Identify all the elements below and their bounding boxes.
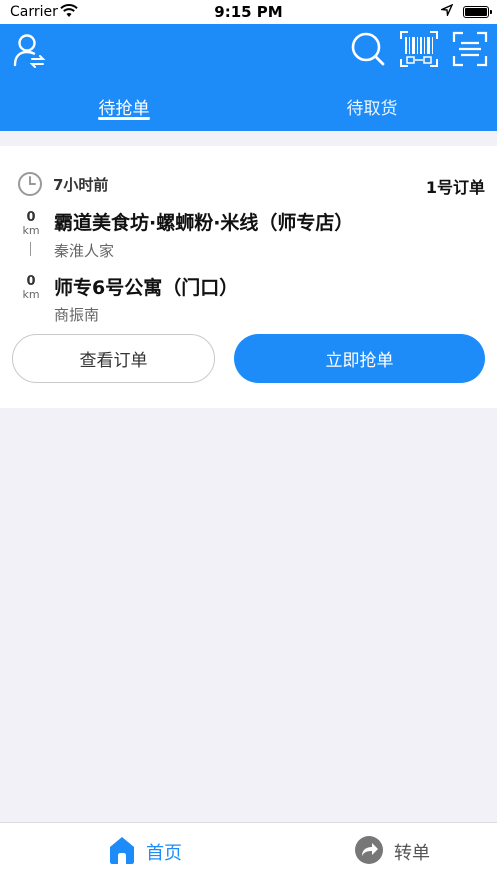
- clock-icon: [17, 171, 43, 201]
- location-icon: [439, 3, 454, 20]
- order-card: 7小时前 1号订单 0 km 霸道美食坊·螺蛳粉·米线（师专店） 秦淮人家 0 …: [0, 146, 497, 408]
- order-tabs: 待抢单 待取货: [0, 88, 497, 128]
- view-order-button[interactable]: 查看订单: [12, 334, 215, 383]
- order-number: 1号订单: [425, 178, 485, 197]
- status-time: 9:15 PM: [214, 3, 283, 21]
- barcode-icon[interactable]: [400, 31, 438, 71]
- dropoff-distance-unit: km: [22, 288, 40, 301]
- bottom-tab-bar: 首页 转单: [0, 822, 497, 883]
- search-icon[interactable]: [350, 31, 386, 71]
- pickup-store-name: 霸道美食坊·螺蛳粉·米线（师专店）: [54, 212, 354, 234]
- route-connector: [30, 242, 31, 256]
- user-switch-icon[interactable]: [12, 32, 46, 72]
- home-icon: [108, 835, 136, 869]
- transfer-icon: [354, 835, 384, 869]
- order-time-ago: 7小时前: [53, 176, 109, 194]
- dropoff-customer: 商振南: [54, 306, 100, 324]
- pickup-distance-unit: km: [22, 224, 40, 237]
- pickup-store-sub: 秦淮人家: [54, 242, 115, 260]
- tabbar-label-transfer: 转单: [394, 843, 430, 864]
- tabbar-item-transfer[interactable]: 转单: [354, 835, 430, 869]
- tab-pending-pickup[interactable]: 待取货: [312, 94, 432, 119]
- tabbar-item-home[interactable]: 首页: [108, 835, 182, 869]
- dropoff-distance: 0 km: [14, 275, 48, 301]
- status-bar: Carrier 9:15 PM: [0, 0, 497, 24]
- dropoff-address: 师专6号公寓（门口）: [54, 277, 239, 299]
- tab-pending-orders[interactable]: 待抢单: [64, 94, 184, 119]
- tabbar-label-home: 首页: [146, 843, 182, 864]
- battery-icon: [463, 6, 492, 18]
- pickup-distance-value: 0: [26, 210, 36, 225]
- pickup-distance: 0 km: [14, 211, 48, 237]
- grab-order-button[interactable]: 立即抢单: [234, 334, 485, 383]
- scan-icon[interactable]: [452, 31, 488, 71]
- active-tab-indicator: [98, 117, 150, 120]
- dropoff-distance-value: 0: [26, 274, 36, 289]
